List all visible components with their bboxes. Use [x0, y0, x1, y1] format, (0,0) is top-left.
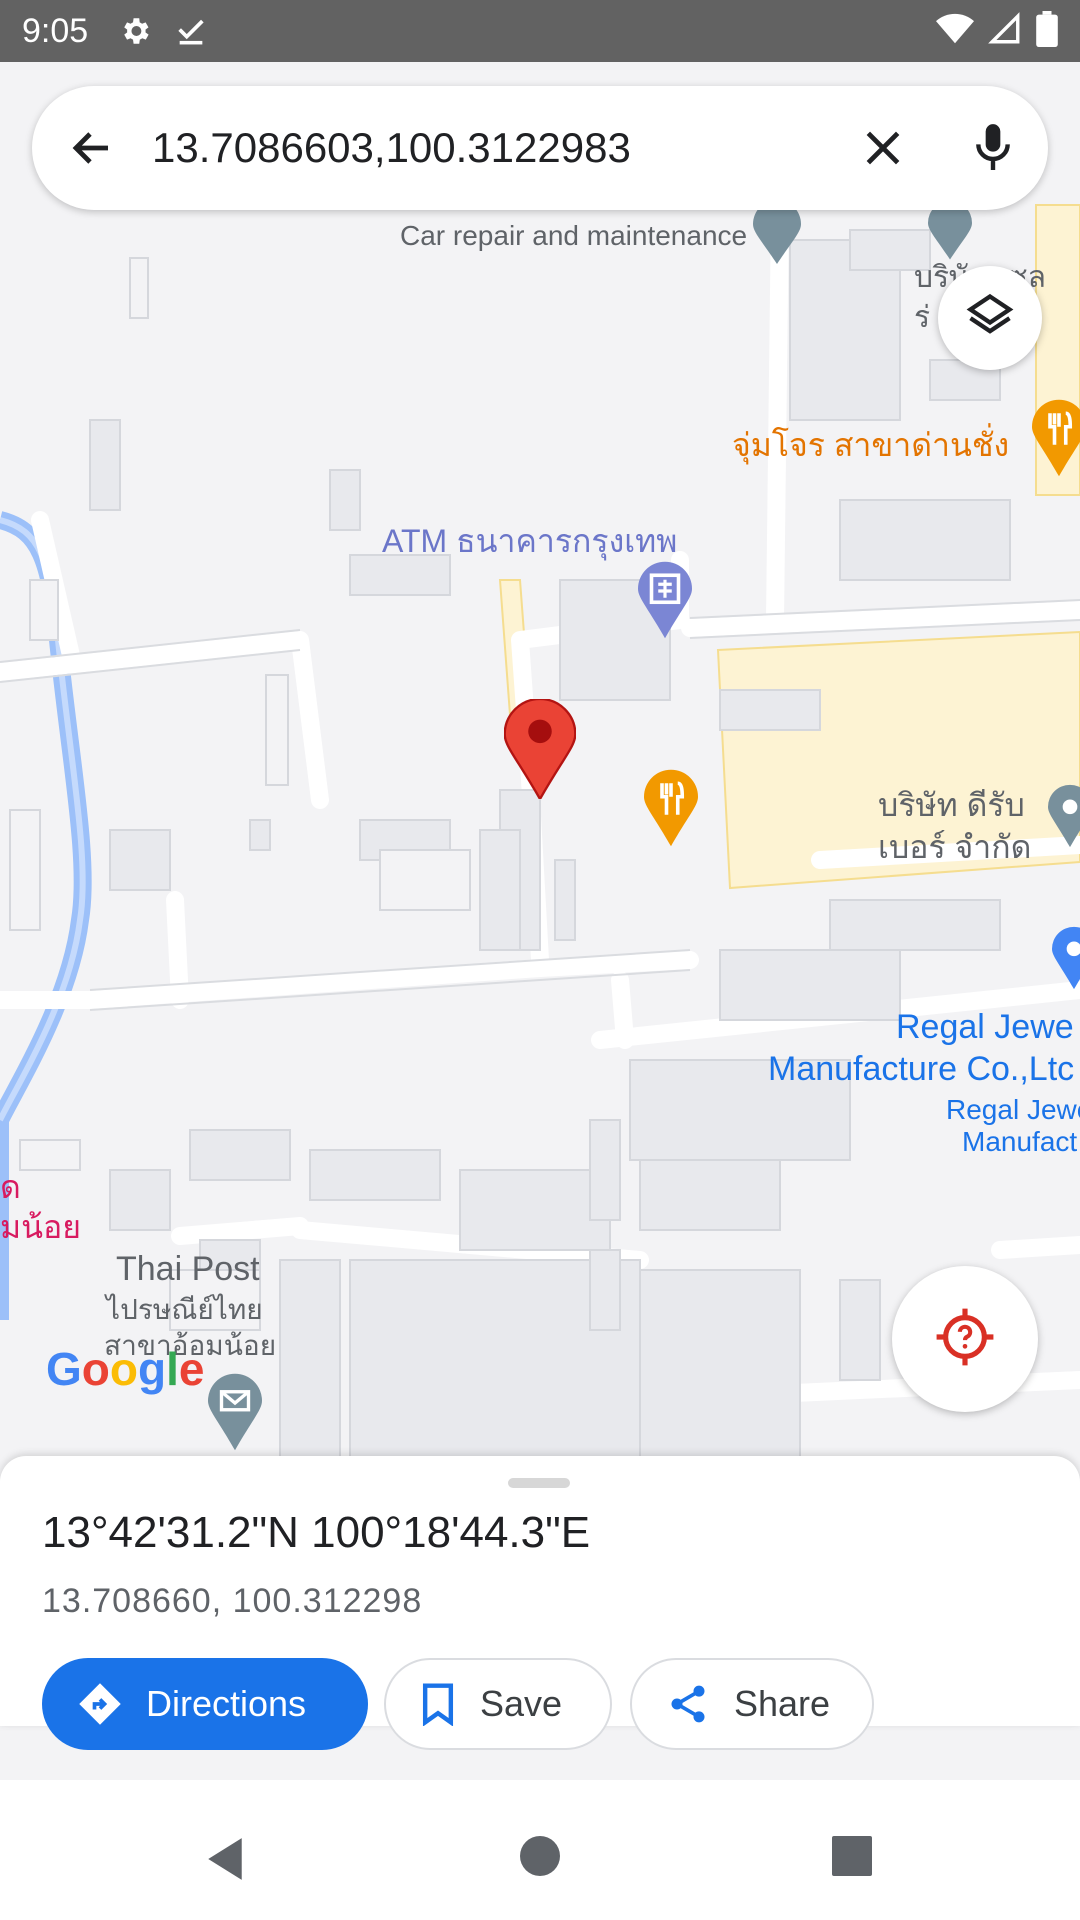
poi-label-regal-small[interactable]: Regal Jewe: [946, 1094, 1080, 1126]
wifi-icon: [936, 12, 974, 51]
poi-label-atm[interactable]: ATM ธนาคารกรุงเทพ: [382, 516, 677, 567]
company-pin-icon[interactable]: [928, 200, 972, 265]
share-button[interactable]: Share: [630, 1658, 874, 1750]
share-icon: [666, 1682, 710, 1726]
nav-back-icon[interactable]: [204, 1836, 246, 1887]
search-query[interactable]: 13.7086603,100.3122983: [152, 124, 828, 172]
settings-icon: [118, 14, 152, 48]
coordinates-decimal: 13.708660, 100.312298: [42, 1582, 423, 1620]
battery-icon: [1036, 10, 1058, 52]
dropped-location-pin-icon[interactable]: [503, 697, 577, 804]
clear-icon[interactable]: [828, 126, 938, 170]
coordinates-dms: 13°42'31.2"N 100°18'44.3"E: [42, 1508, 591, 1557]
google-logo: Google: [46, 1343, 205, 1395]
poi-label-regal-2[interactable]: Manufacture Co.,Ltc: [768, 1050, 1074, 1089]
atm-pin-icon[interactable]: [638, 560, 692, 645]
restaurant-pin-2-icon[interactable]: [644, 768, 698, 853]
company-pin-2-icon[interactable]: [1048, 776, 1080, 861]
search-bar[interactable]: 13.7086603,100.3122983: [32, 86, 1048, 210]
map-canvas[interactable]: Car repair and maintenance บริษัท เซล ร่…: [0, 62, 1080, 1462]
back-arrow-icon[interactable]: [32, 124, 152, 172]
layers-icon: [964, 290, 1016, 347]
poi-label-thai-post[interactable]: Thai Post: [116, 1250, 260, 1289]
share-label: Share: [734, 1683, 831, 1724]
poi-label-derub-2[interactable]: เบอร์ จำกัด: [878, 822, 1031, 873]
post-office-pin-icon[interactable]: [208, 1372, 262, 1457]
sheet-drag-handle[interactable]: [508, 1478, 570, 1488]
nav-recents-icon[interactable]: [832, 1836, 872, 1881]
directions-icon: [78, 1682, 122, 1726]
poi-label-regal-small-2[interactable]: Manufact: [962, 1126, 1077, 1158]
jewelry-pin-icon[interactable]: [1052, 918, 1080, 1003]
restaurant-pin-icon[interactable]: [1032, 398, 1080, 483]
directions-label: Directions: [146, 1683, 307, 1724]
save-label: Save: [480, 1683, 563, 1724]
poi-label-regal[interactable]: Regal Jewe: [896, 1008, 1074, 1047]
nav-home-icon[interactable]: [520, 1836, 560, 1881]
save-button[interactable]: Save: [384, 1658, 612, 1750]
bookmark-icon: [420, 1682, 456, 1726]
system-nav-bar: [0, 1780, 1080, 1920]
place-sheet[interactable]: 13°42'31.2"N 100°18'44.3"E 13.708660, 10…: [0, 1456, 1080, 1750]
task-done-icon: [174, 14, 208, 48]
microphone-icon[interactable]: [938, 122, 1048, 174]
status-time: 9:05: [22, 11, 89, 50]
poi-label-jumchor[interactable]: จุ่มโจร สาขาด่านชั่ง: [732, 420, 1009, 471]
poi-label-car-repair[interactable]: Car repair and maintenance: [400, 220, 747, 252]
directions-button[interactable]: Directions: [42, 1658, 368, 1750]
status-bar: 9:05: [0, 0, 1080, 62]
my-location-button[interactable]: [892, 1266, 1038, 1412]
car-repair-pin-icon[interactable]: [753, 200, 801, 269]
layers-button[interactable]: [938, 266, 1042, 370]
poi-label-temple-2[interactable]: มน้อย: [0, 1202, 81, 1253]
location-unknown-icon: [934, 1306, 996, 1373]
cell-signal-icon: [988, 11, 1022, 51]
